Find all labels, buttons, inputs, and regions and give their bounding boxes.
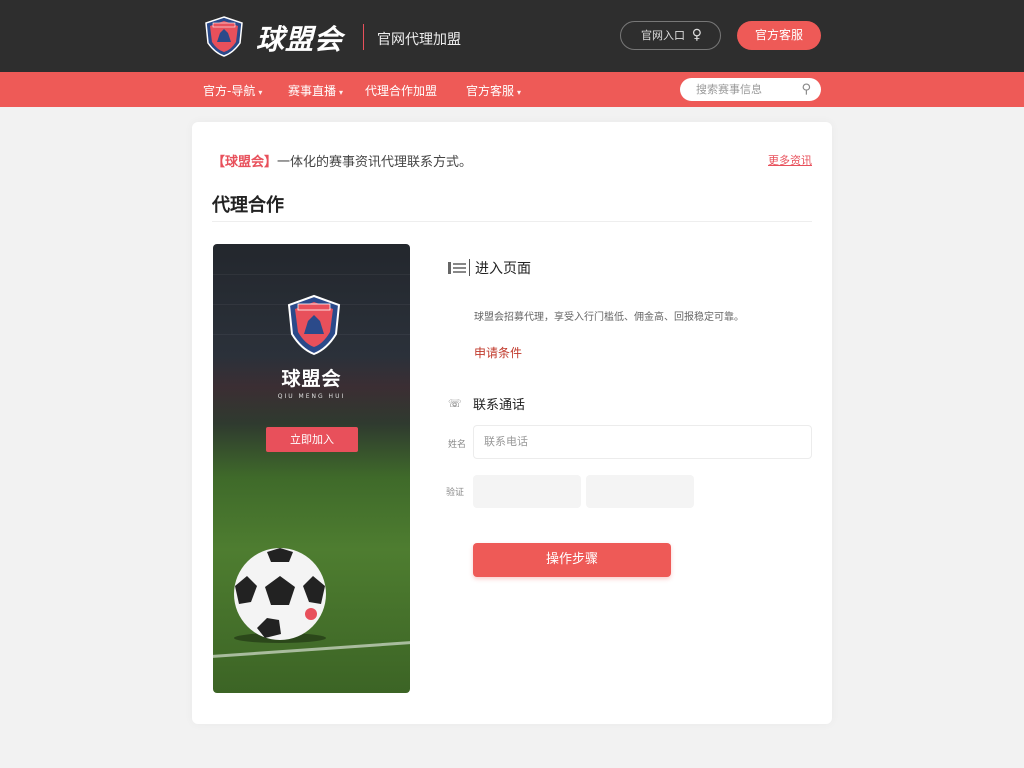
- section-enter-title: 进入页面: [475, 261, 531, 277]
- nav-item-agent[interactable]: 代理合作加盟: [365, 82, 437, 99]
- code-input[interactable]: [473, 475, 581, 508]
- page-title: 代理合作: [212, 195, 284, 216]
- agent-card: 【球盟会】一体化的赛事资讯代理联系方式。 更多资讯 代理合作 球盟会 QIU M…: [192, 122, 832, 724]
- brand-name: 球盟会: [256, 23, 344, 56]
- nav-item-label: 代理合作加盟: [365, 84, 438, 98]
- user-icon: ♀: [691, 27, 702, 43]
- pitch-line: [213, 641, 410, 658]
- entry-pill-button[interactable]: 官网入口 ♀: [620, 21, 721, 50]
- brand-logo-icon[interactable]: [203, 15, 245, 57]
- apply-conditions-link[interactable]: 申请条件: [474, 344, 522, 361]
- nav-item-service[interactable]: 官方客服 ▾: [466, 82, 521, 99]
- section-enter-desc: 球盟会招募代理，享受入行门槛低、佣金高、回报稳定可靠。: [474, 312, 744, 323]
- notice-tag: 【球盟会】: [212, 155, 278, 170]
- code-label: 验证: [446, 488, 465, 498]
- nav-search-placeholder: 搜索赛事信息: [696, 83, 762, 96]
- stadium-stripe: [213, 274, 410, 275]
- section-contact-title: 联系通话: [473, 398, 526, 413]
- phone-input[interactable]: 联系电话: [473, 425, 812, 459]
- soccer-ball-icon: [234, 548, 326, 643]
- notice-text: 一体化的赛事资讯代理联系方式。: [277, 155, 473, 170]
- phone-icon: ☏: [448, 397, 462, 410]
- promo-banner: 球盟会 QIU MENG HUI 立即加入: [213, 244, 410, 693]
- nav-item-label: 赛事直播: [288, 84, 337, 98]
- nav-search-input[interactable]: 搜索赛事信息 ⚲: [680, 78, 821, 101]
- customer-service-button[interactable]: 官方客服: [737, 21, 821, 50]
- submit-button[interactable]: 操作步骤: [473, 543, 671, 577]
- code-image-box[interactable]: [586, 475, 694, 508]
- entry-pill-label: 官网入口: [641, 29, 685, 42]
- chevron-down-icon: ▾: [258, 88, 263, 97]
- header-divider: [363, 24, 364, 50]
- join-now-button[interactable]: 立即加入: [266, 427, 358, 452]
- top-header: 球盟会 官网代理加盟 官网入口 ♀ 官方客服: [0, 0, 1024, 72]
- more-info-link[interactable]: 更多资讯: [768, 152, 812, 168]
- section-divider: [469, 259, 470, 276]
- main-nav: 官方-导航 ▾ 赛事直播 ▾ 代理合作加盟 官方客服 ▾ 搜索赛事信息 ⚲: [0, 72, 1024, 107]
- header-slogan: 官网代理加盟: [377, 32, 461, 48]
- nav-item-label: 官方客服: [466, 84, 515, 98]
- promo-subtitle: QIU MENG HUI: [277, 393, 346, 400]
- promo-brand: 球盟会: [281, 368, 342, 390]
- name-label: 姓名: [448, 440, 467, 450]
- title-divider: [212, 221, 812, 222]
- chevron-down-icon: ▾: [517, 88, 522, 97]
- promo-logo-icon: [287, 294, 341, 356]
- notice-bar: 【球盟会】一体化的赛事资讯代理联系方式。: [212, 151, 472, 170]
- chevron-down-icon: ▾: [339, 88, 344, 97]
- list-icon: [448, 262, 466, 274]
- nav-item-label: 官方-导航: [203, 84, 256, 98]
- nav-item-home[interactable]: 官方-导航 ▾: [203, 82, 262, 99]
- nav-item-live[interactable]: 赛事直播 ▾: [288, 82, 343, 99]
- search-icon[interactable]: ⚲: [801, 78, 811, 101]
